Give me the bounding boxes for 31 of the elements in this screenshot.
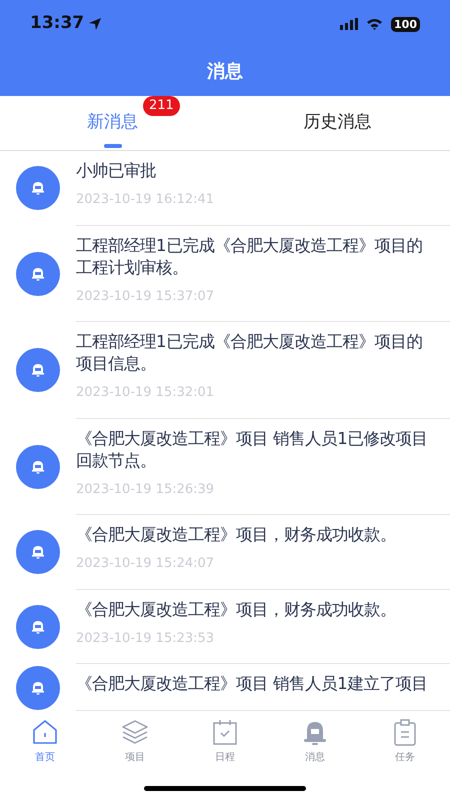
location-icon — [88, 17, 102, 31]
bell-icon — [30, 680, 46, 696]
message-text: 小帅已审批 — [76, 160, 157, 182]
nav-tab[interactable]: 日程 — [180, 718, 270, 772]
message-text: 工程部经理1已完成《合肥大厦改造工程》项目的项目信息。 — [76, 331, 424, 375]
bell-icon — [30, 544, 46, 560]
layers-icon — [121, 718, 149, 746]
battery-level: 100 — [391, 16, 420, 32]
signal-icon — [340, 18, 358, 30]
bell-icon — [30, 362, 46, 378]
tab[interactable]: 新消息 211 — [0, 96, 225, 150]
screen-title: 消息 — [206, 60, 244, 84]
bell-icon — [30, 618, 46, 635]
message-text: 工程部经理1已完成《合肥大厦改造工程》项目的工程计划审核。 — [76, 234, 424, 278]
tab[interactable]: 历史消息 — [225, 96, 450, 150]
nav-tab[interactable]: 项目 — [90, 718, 180, 772]
nav-tab[interactable]: 消息 — [270, 718, 360, 772]
home-icon — [31, 718, 59, 746]
calendar-icon — [211, 718, 239, 746]
count-badge: 211 — [143, 96, 180, 116]
message-text: 《合肥大厦改造工程》项目，财务成功收款。 — [76, 598, 397, 620]
message-text: 《合肥大厦改造工程》项目 销售人员1已修改项目回款节点。 — [76, 428, 429, 472]
status-time: 13:37 — [30, 12, 84, 36]
bell-icon — [30, 266, 46, 282]
message-text: 《合肥大厦改造工程》项目，财务成功收款。 — [76, 524, 397, 546]
nav-tab[interactable]: 首页 — [0, 718, 90, 772]
bell-icon — [30, 458, 46, 475]
bell-icon — [30, 180, 46, 196]
message-text: 《合肥大厦改造工程》项目 销售人员1建立了项目 — [76, 673, 429, 695]
wifi-icon — [366, 18, 384, 30]
nav-tab[interactable]: 任务 — [360, 718, 450, 772]
